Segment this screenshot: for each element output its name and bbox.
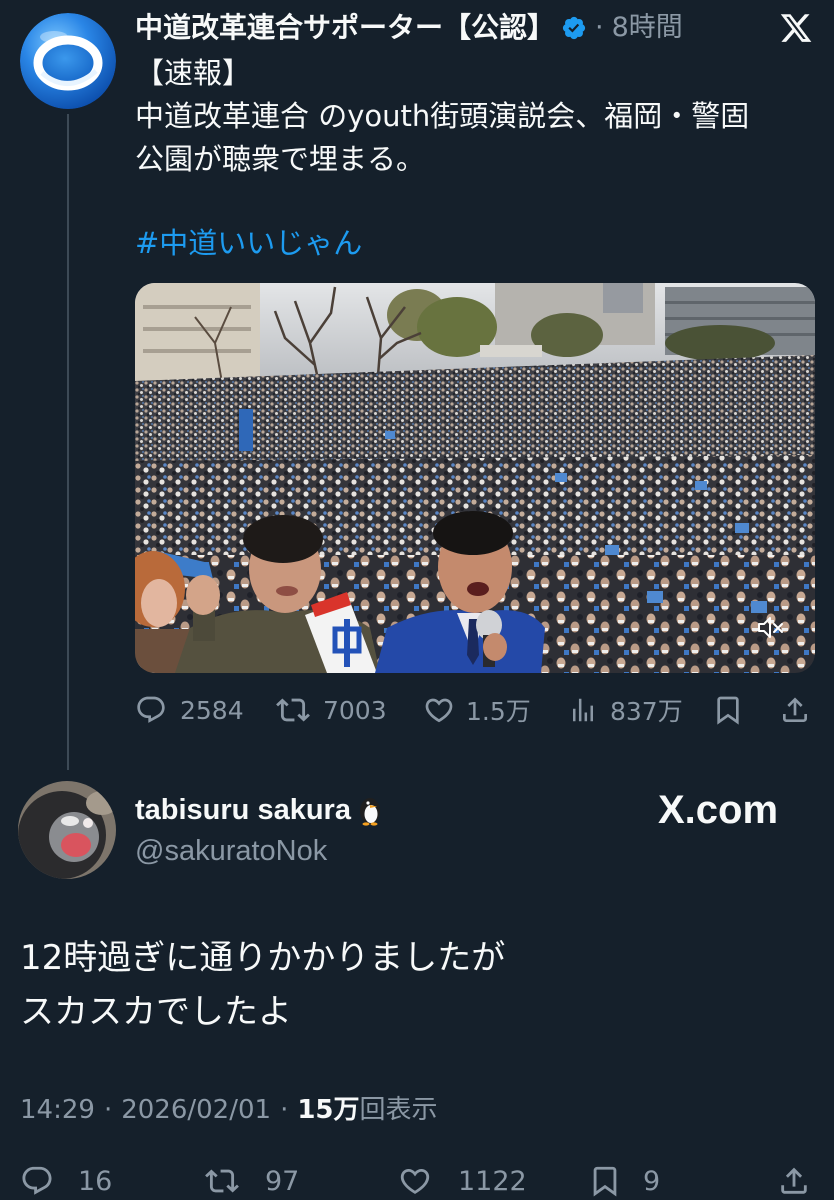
author-avatar[interactable] (20, 13, 116, 109)
video-thumbnail[interactable] (135, 283, 815, 673)
author-row: 中道改革連合サポーター【公認】 · 8時間 (135, 8, 683, 48)
share-icon (783, 697, 807, 722)
tweet-timestamp[interactable]: 8時間 (612, 8, 683, 48)
like-action[interactable]: 1122 (398, 1164, 527, 1198)
author-display-name[interactable]: 中道改革連合サポーター【公認】 (135, 8, 555, 48)
reply-author-row: tabisuru sakura (135, 790, 386, 830)
analytics-bar-icon (573, 698, 593, 722)
tweet-text-line: 中道改革連合 のyouth街頭演説会、福岡・警固 (135, 99, 750, 133)
post-time[interactable]: 14:29 (20, 1092, 95, 1128)
reply-icon (137, 696, 165, 723)
bookmark-icon (717, 696, 739, 725)
reply-author-handle[interactable]: @sakuratoNok (135, 831, 327, 871)
reply-count: 2584 (180, 695, 244, 725)
reply-action[interactable]: 2584 (135, 692, 244, 728)
tweet-meta: 14:29 · 2026/02/01 · 15万 回表示 (20, 1092, 438, 1128)
heart-icon (400, 1168, 430, 1194)
like-action[interactable]: 1.5万 (423, 692, 531, 728)
retweet-icon (205, 1169, 239, 1193)
tweet-text-line: 公園が聴衆で埋まる。 (135, 142, 426, 176)
like-count: 1.5万 (466, 697, 531, 726)
crowd-rally-photo (135, 283, 815, 673)
views-action[interactable]: 837万 (568, 692, 683, 728)
reply-tweet[interactable]: tabisuru sakura @sakuratoNok X.com 12時過ぎ… (0, 770, 834, 1200)
retweet-action[interactable]: 7003 (276, 692, 387, 728)
verified-badge-icon (562, 16, 586, 40)
parent-tweet[interactable]: 中道改革連合サポーター【公認】 · 8時間 【速報】 中道改革連合 のyouth… (0, 0, 834, 770)
reply-text-line: スカスカでしたよ (20, 992, 292, 1032)
share-action[interactable] (777, 1164, 811, 1198)
bookmark-action[interactable]: 9 (588, 1164, 660, 1198)
bookmark-action[interactable] (712, 692, 744, 728)
bookmark-count: 9 (643, 1165, 661, 1197)
separator-dot: · (595, 12, 604, 43)
share-icon (781, 1167, 807, 1194)
reply-action[interactable]: 16 (20, 1164, 112, 1198)
x-logo-icon (780, 14, 812, 42)
bookmark-icon (593, 1166, 617, 1197)
avatar-photo (18, 781, 116, 879)
x-com-watermark: X.com (658, 788, 779, 832)
like-count: 1122 (458, 1165, 527, 1197)
heart-icon (425, 698, 453, 723)
view-count-label: 回表示 (359, 1095, 438, 1125)
reply-author-avatar[interactable] (18, 781, 116, 879)
retweet-icon (276, 698, 310, 722)
post-date[interactable]: 2026/02/01 (121, 1092, 271, 1128)
retweet-count: 97 (265, 1165, 300, 1197)
retweet-action[interactable]: 97 (205, 1164, 299, 1198)
reply-icon (22, 1166, 52, 1195)
view-count: 15万 (297, 1095, 360, 1125)
tweet-text-line: 【速報】 (135, 56, 252, 90)
reply-text-line: 12時過ぎに通りかかりましたが (20, 938, 506, 978)
separator-dot: · (280, 1095, 289, 1125)
hashtag-link[interactable]: #中道いいじゃん (135, 222, 362, 265)
reply-count: 16 (78, 1165, 113, 1197)
penguin-emoji-icon (359, 798, 380, 826)
tweet-text: 【速報】 中道改革連合 のyouth街頭演説会、福岡・警固 公園が聴衆で埋まる。 (135, 52, 749, 181)
share-action[interactable] (779, 692, 811, 728)
separator-dot: · (103, 1095, 113, 1125)
blue-ring-logo-icon (20, 13, 116, 109)
views-count: 837万 (610, 697, 683, 726)
retweet-count: 7003 (323, 695, 387, 725)
reply-text: 12時過ぎに通りかかりましたが スカスカでしたよ (20, 931, 505, 1039)
thread-connector-line (67, 114, 69, 770)
reply-author-display-name[interactable]: tabisuru sakura (135, 790, 351, 830)
